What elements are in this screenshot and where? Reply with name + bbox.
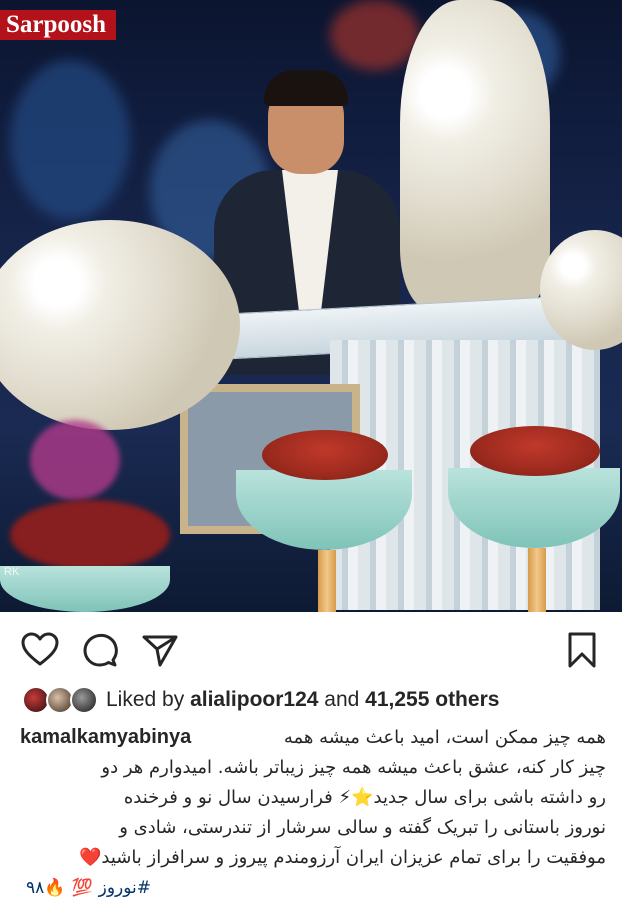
- likes-middle: and: [318, 688, 366, 711]
- red-fruits: [10, 500, 170, 570]
- person-hair: [264, 70, 348, 106]
- likes-prefix: Liked by: [106, 688, 191, 711]
- likes-others-count[interactable]: 41,255 others: [365, 688, 499, 711]
- hashtag-link[interactable]: #نوروز: [99, 878, 151, 898]
- photo-watermark: RK: [4, 566, 20, 578]
- caption: kamalkamyabinya همه چیز ممکن است، امید ب…: [20, 722, 606, 903]
- emoji-fire-count: 🔥۹۸: [26, 878, 66, 898]
- action-bar: [0, 612, 622, 684]
- likes-summary[interactable]: Liked by alialipoor124 and 41,255 others: [106, 688, 499, 712]
- bowl-stem: [318, 550, 336, 612]
- bowl-stem: [528, 548, 546, 612]
- comment-bubble-icon[interactable]: [80, 630, 120, 670]
- bowl: [0, 566, 170, 612]
- likes-row: Liked by alialipoor124 and 41,255 others: [22, 684, 612, 716]
- caption-line: رو داشته باشی برای سال جدید⭐⚡ فرارسیدن س…: [123, 787, 606, 808]
- hashtags: #نوروز 💯🔥۹۸: [20, 873, 606, 903]
- paper-plane-icon[interactable]: [140, 630, 180, 670]
- caption-line: چیز کار کنه، عشق باعث میشه همه چیز زیبات…: [101, 757, 606, 778]
- post-image[interactable]: Sarpoosh RK: [0, 0, 622, 612]
- caption-line: kamalkamyabinya همه چیز ممکن است، امید ب…: [20, 722, 606, 753]
- flower-arrangement: [400, 0, 550, 310]
- avatar[interactable]: [70, 686, 98, 714]
- caption-line: نوروز باستانی را تبریک گفته و سالی سرشار…: [119, 817, 606, 838]
- caption-username[interactable]: kamalkamyabinya: [20, 722, 191, 752]
- bowl-contents: [470, 426, 600, 476]
- bokeh-light: [330, 0, 420, 70]
- liker-avatars[interactable]: [22, 686, 98, 714]
- emoji-hundred: 💯: [71, 878, 93, 898]
- liker-username[interactable]: alialipoor124: [190, 688, 318, 711]
- bookmark-icon[interactable]: [562, 630, 602, 670]
- heart-outline-icon[interactable]: [20, 630, 60, 670]
- caption-line: موفقیت را برای تمام عزیزان ایران آرزومند…: [78, 847, 606, 868]
- caption-text: همه چیز ممکن است، امید باعث میشه همه: [283, 727, 606, 748]
- pink-flowers: [30, 420, 120, 500]
- bowl-contents: [262, 430, 388, 480]
- bokeh-light: [10, 60, 130, 220]
- watermark-logo: Sarpoosh: [0, 10, 117, 40]
